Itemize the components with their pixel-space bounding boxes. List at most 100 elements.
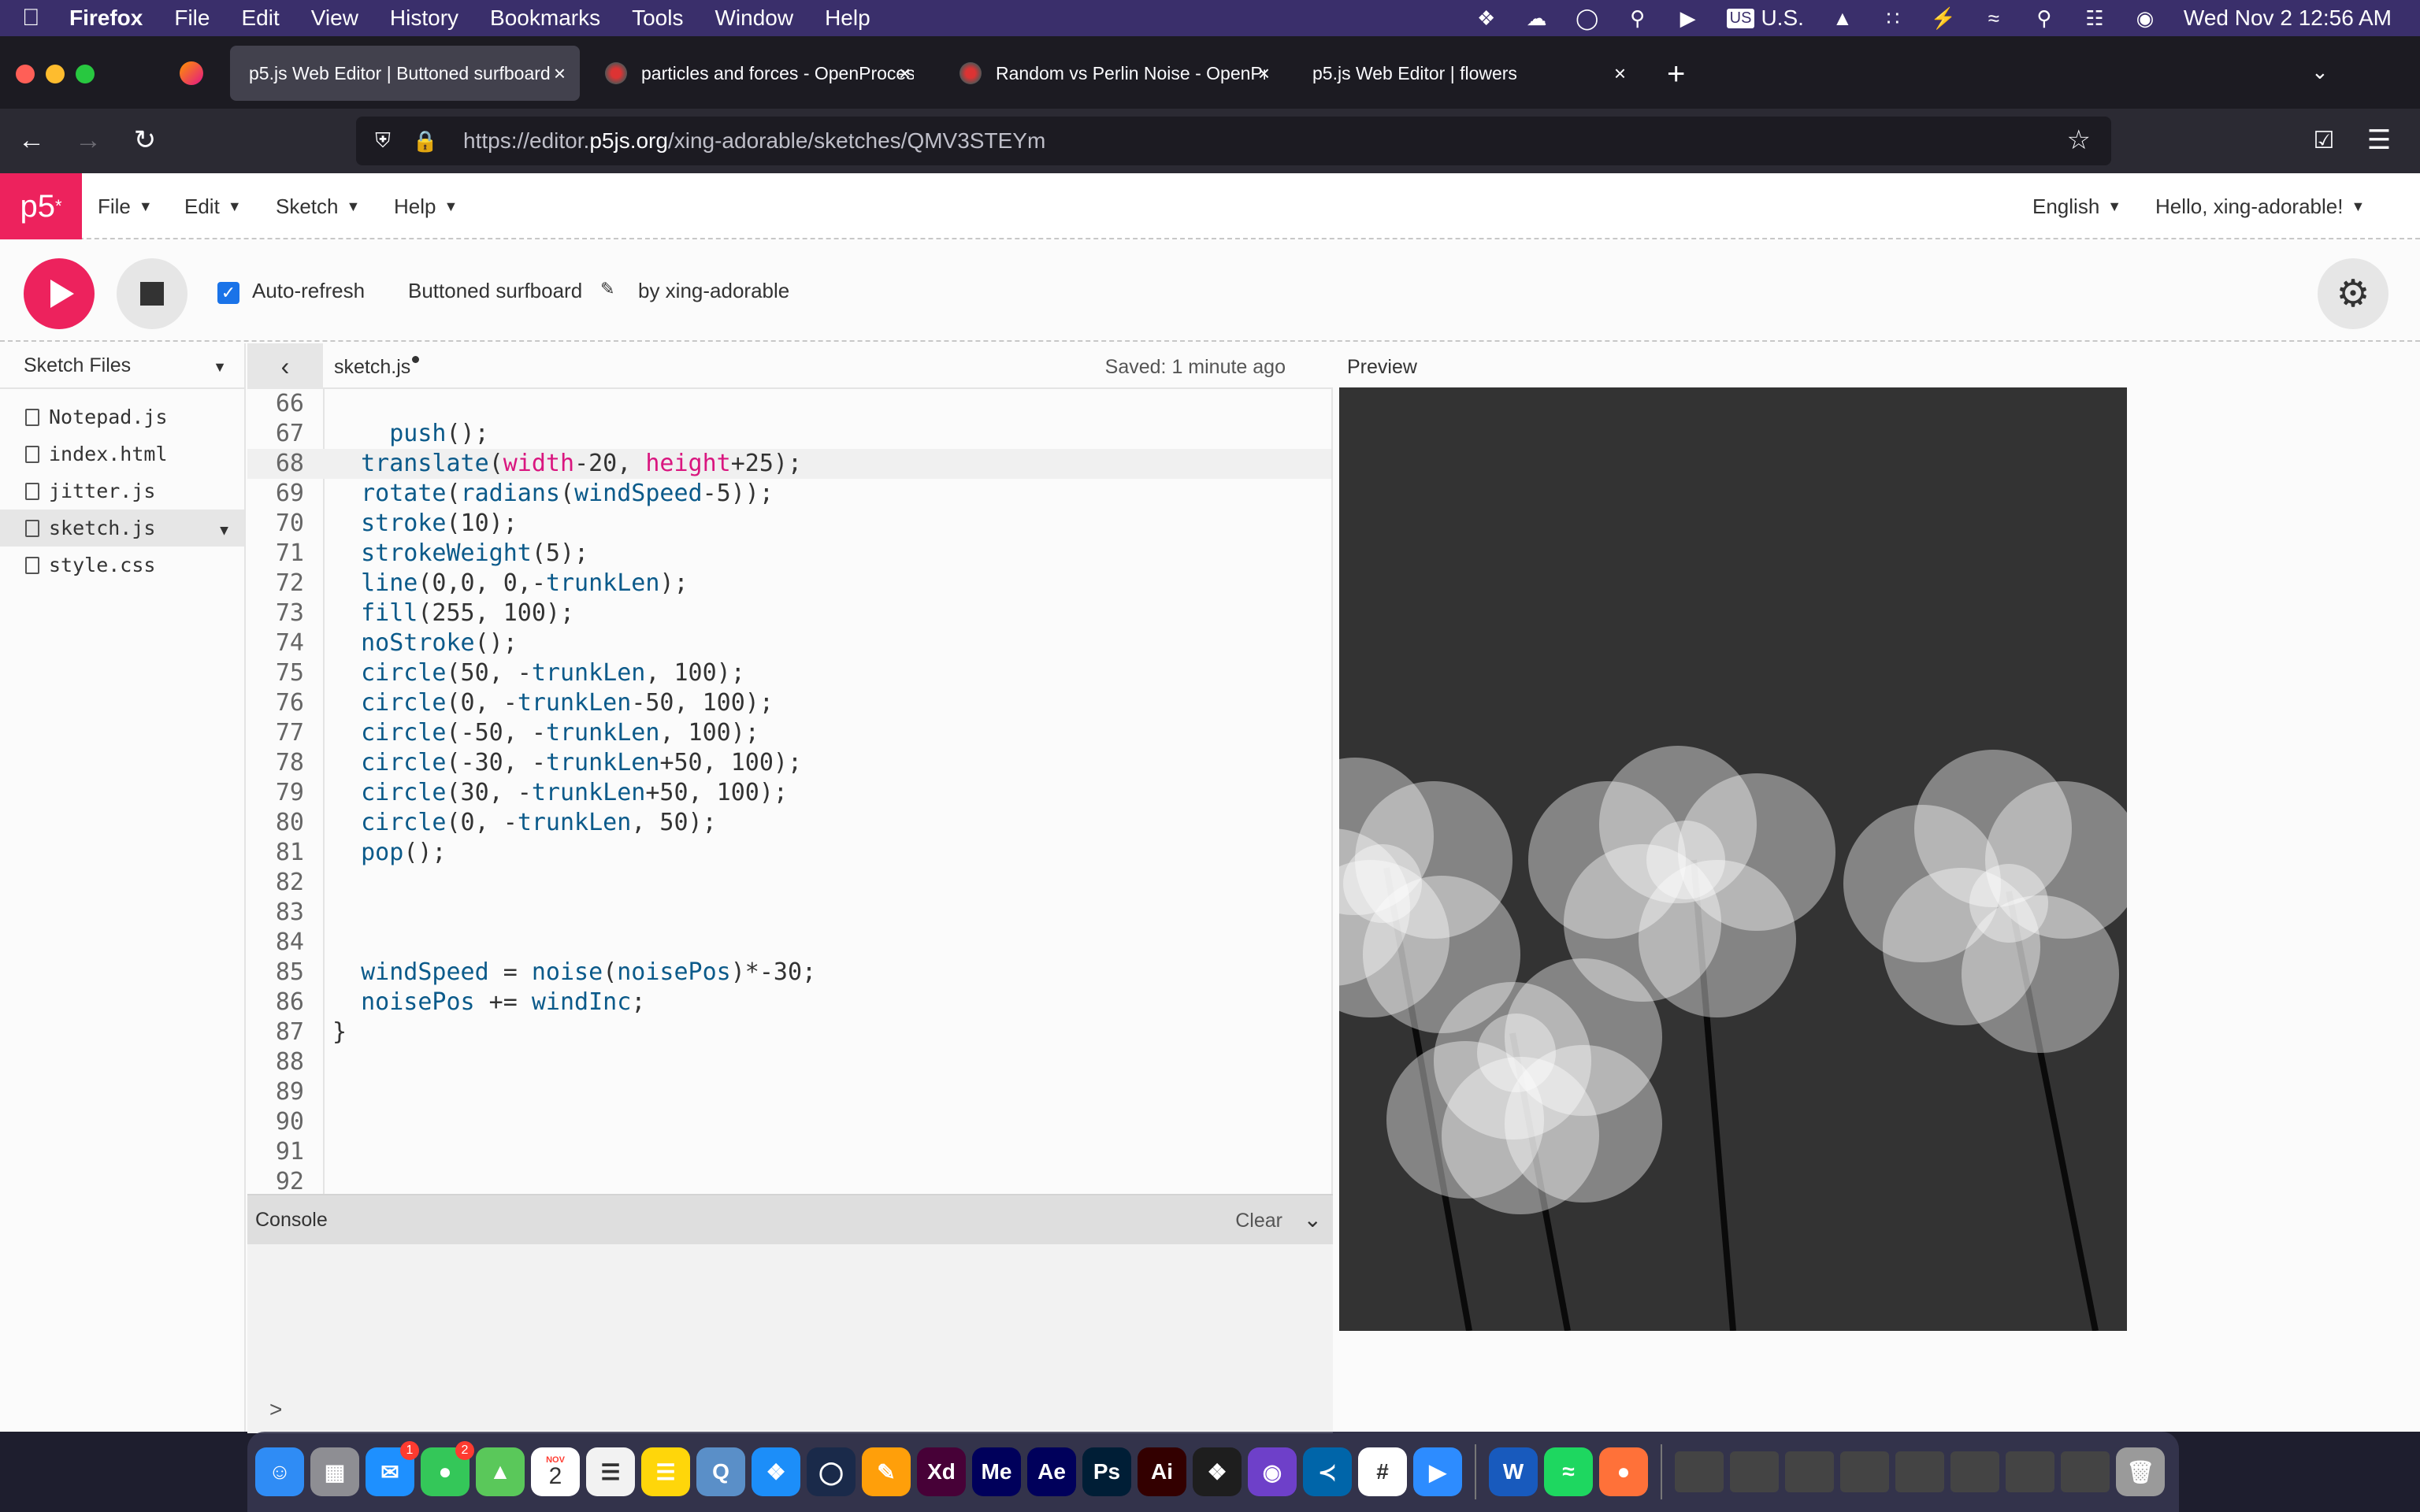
- tab-list-chevron-icon[interactable]: ⌄: [2311, 60, 2329, 84]
- code-line[interactable]: 72 line(0,0, 0,-trunkLen);: [247, 569, 1331, 598]
- dock-zoom-icon[interactable]: ▶: [1413, 1447, 1462, 1496]
- code-text[interactable]: strokeWeight(5);: [332, 539, 588, 569]
- file-options-caret-icon[interactable]: ▼: [220, 522, 228, 539]
- dock-ae-icon[interactable]: Ae: [1027, 1447, 1076, 1496]
- code-text[interactable]: circle(30, -trunkLen+50, 100);: [332, 778, 788, 808]
- code-line[interactable]: 76 circle(0, -trunkLen-50, 100);: [247, 688, 1331, 718]
- code-text[interactable]: circle(0, -trunkLen, 50);: [332, 808, 717, 838]
- tab-3[interactable]: p5.js Web Editor | flowers ×: [1294, 46, 1640, 101]
- user-menu[interactable]: Hello, xing-adorable! ▼: [2155, 173, 2365, 239]
- dock-me-icon[interactable]: Me: [972, 1447, 1021, 1496]
- code-line[interactable]: 73 fill(255, 100);: [247, 598, 1331, 628]
- code-text[interactable]: pop();: [332, 838, 446, 868]
- dock-minimized-window[interactable]: [2061, 1451, 2110, 1492]
- auto-refresh-checkbox[interactable]: ✓: [217, 282, 239, 304]
- dock-notes-icon[interactable]: ☰: [641, 1447, 690, 1496]
- code-line[interactable]: 77 circle(-50, -trunkLen, 100);: [247, 718, 1331, 748]
- code-text[interactable]: circle(-30, -trunkLen+50, 100);: [332, 748, 802, 778]
- dock-ps-icon[interactable]: Ps: [1082, 1447, 1131, 1496]
- status-circle-icon[interactable]: ◯: [1576, 6, 1599, 30]
- sketch-files-header[interactable]: Sketch Files ▼: [0, 343, 244, 389]
- code-line[interactable]: 87}: [247, 1017, 1331, 1047]
- code-line[interactable]: 74 noStroke();: [247, 628, 1331, 658]
- airplay-icon[interactable]: ▲: [1831, 6, 1854, 30]
- dock-minimized-window[interactable]: [1730, 1451, 1779, 1492]
- bluetooth-icon[interactable]: ∷: [1881, 6, 1905, 30]
- dock-mail-icon[interactable]: ✉ 1: [366, 1441, 419, 1496]
- chevron-down-icon[interactable]: ⌄: [1304, 1206, 1322, 1232]
- reload-icon[interactable]: ↻: [128, 123, 162, 158]
- stop-button[interactable]: [117, 258, 187, 329]
- dropbox-icon[interactable]: ❖: [1475, 6, 1498, 30]
- code-line[interactable]: 68 translate(width-20, height+25);: [247, 449, 1331, 479]
- dock-pages-icon[interactable]: ✎: [862, 1447, 911, 1496]
- code-line[interactable]: 84: [247, 928, 1331, 958]
- collapse-sidebar-button[interactable]: ‹: [247, 343, 323, 389]
- sketch-name[interactable]: Buttoned surfboard: [408, 279, 582, 303]
- dock-minimized-window[interactable]: [1950, 1451, 1999, 1492]
- menu-tools[interactable]: Tools: [632, 6, 683, 31]
- code-text[interactable]: }: [332, 1017, 347, 1047]
- dock-safari-icon[interactable]: ❖: [752, 1447, 800, 1496]
- creative-cloud-icon[interactable]: ☁: [1525, 6, 1549, 30]
- menu-window[interactable]: Window: [714, 6, 793, 31]
- console-prompt[interactable]: >: [269, 1397, 282, 1422]
- code-text[interactable]: windSpeed = noise(noisePos)*-30;: [332, 958, 816, 988]
- p5-menu-edit[interactable]: Edit ▼: [184, 173, 242, 239]
- dock-cinema-4d-icon[interactable]: ◯: [807, 1447, 856, 1496]
- code-line[interactable]: 86 noisePos += windInc;: [247, 988, 1331, 1017]
- menu-view[interactable]: View: [311, 6, 358, 31]
- code-text[interactable]: rotate(radians(windSpeed-5));: [332, 479, 774, 509]
- forward-icon[interactable]: →: [71, 123, 106, 158]
- tab-0[interactable]: p5.js Web Editor | Buttoned surfboard ×: [230, 46, 580, 101]
- code-line[interactable]: 91: [247, 1137, 1331, 1167]
- back-icon[interactable]: ←: [14, 123, 49, 158]
- code-text[interactable]: push();: [332, 419, 488, 449]
- battery-icon[interactable]: ⚡: [1931, 6, 1956, 30]
- p5-logo[interactable]: p5 *: [0, 173, 82, 239]
- dock-calendar-icon[interactable]: NOV 2: [531, 1447, 580, 1496]
- dock-minimized-window[interactable]: [1675, 1451, 1724, 1492]
- tracking-shield-icon[interactable]: ⛨: [367, 128, 399, 154]
- settings-gear-icon[interactable]: ⚙: [2318, 258, 2388, 329]
- dock-minimized-window[interactable]: [1840, 1451, 1889, 1492]
- dock-maps-icon[interactable]: ▲: [476, 1447, 525, 1496]
- dock-launchpad-icon[interactable]: ▦: [310, 1447, 359, 1496]
- dock-xd-icon[interactable]: Xd: [917, 1447, 966, 1496]
- code-text[interactable]: circle(-50, -trunkLen, 100);: [332, 718, 759, 748]
- preview-canvas[interactable]: [1339, 387, 2127, 1331]
- code-line[interactable]: 79 circle(30, -trunkLen+50, 100);: [247, 778, 1331, 808]
- file-item-selected[interactable]: sketch.js ▼: [0, 510, 244, 547]
- alfred-icon[interactable]: ⚲: [1626, 6, 1650, 30]
- console-output[interactable]: >: [247, 1244, 1333, 1433]
- code-line[interactable]: 92: [247, 1167, 1331, 1194]
- input-source[interactable]: US U.S.: [1726, 6, 1804, 31]
- menu-app-firefox[interactable]: Firefox: [69, 6, 143, 31]
- code-editor[interactable]: 66 67 push(); 68 translate(width-20, heigh…: [247, 389, 1333, 1194]
- close-window-button[interactable]: [16, 65, 35, 83]
- dock-vs-code-icon[interactable]: ≺: [1303, 1447, 1352, 1496]
- menu-bookmarks[interactable]: Bookmarks: [490, 6, 600, 31]
- menu-file[interactable]: File: [174, 6, 210, 31]
- code-line[interactable]: 82: [247, 868, 1331, 898]
- wifi-icon[interactable]: ≈: [1982, 6, 2006, 30]
- tab-2[interactable]: Random vs Perlin Noise - OpenProcessing …: [941, 46, 1284, 101]
- dock-ai-icon[interactable]: Ai: [1138, 1447, 1186, 1496]
- dock-minimized-window[interactable]: [1785, 1451, 1834, 1492]
- siri-icon[interactable]: ◉: [2133, 6, 2157, 30]
- menu-history[interactable]: History: [390, 6, 458, 31]
- code-line[interactable]: 66: [247, 389, 1331, 419]
- code-text[interactable]: line(0,0, 0,-trunkLen);: [332, 569, 688, 598]
- menu-edit[interactable]: Edit: [241, 6, 279, 31]
- code-text[interactable]: stroke(10);: [332, 509, 518, 539]
- firefox-view-icon[interactable]: [180, 61, 203, 85]
- file-item[interactable]: index.html: [0, 435, 244, 472]
- code-line[interactable]: 90: [247, 1107, 1331, 1137]
- code-text[interactable]: noisePos += windInc;: [332, 988, 645, 1017]
- dock-spotify-icon[interactable]: ≈: [1544, 1447, 1593, 1496]
- file-item[interactable]: jitter.js: [0, 472, 244, 510]
- pocket-icon[interactable]: ☑: [2307, 123, 2341, 158]
- code-line[interactable]: 88: [247, 1047, 1331, 1077]
- code-text[interactable]: noStroke();: [332, 628, 518, 658]
- code-line[interactable]: 83: [247, 898, 1331, 928]
